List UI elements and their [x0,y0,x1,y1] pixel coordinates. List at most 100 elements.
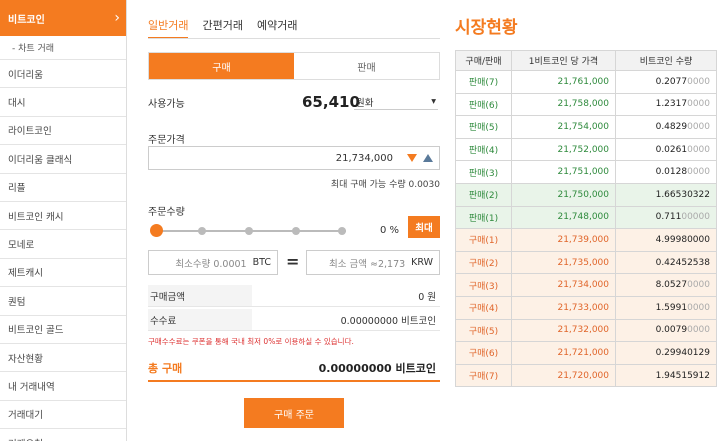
sidebar-item[interactable]: 이더리움 [0,60,126,89]
quantity-significant: 0.29940129 [655,347,710,358]
tab-reserved-trade[interactable]: 예약거래 [257,17,297,39]
slider-step-25[interactable] [198,227,206,235]
quantity-significant: 1.5991 [655,302,688,313]
sidebar-item[interactable]: 대시 [0,88,126,117]
row-quantity: 0.20770000 [615,70,717,94]
quantity-slider[interactable] [150,224,346,238]
slider-step-75[interactable] [292,227,300,235]
row-side-label: 판매(7) [455,70,512,94]
table-row[interactable]: 구매(6) 21,721,000 0.29940129 [455,341,717,365]
quantity-significant: 8.0527 [655,280,688,291]
sidebar-item[interactable]: 거래요청 [0,429,126,441]
sidebar-item[interactable]: 비트코인 골드 [0,316,126,344]
table-row[interactable]: 구매(1) 21,739,000 4.99980000 [455,228,717,252]
sidebar-item-bitcoin[interactable]: 비트코인 › [0,0,126,36]
max-buy-note: 최대 구매 가능 수량 0.0030 [330,180,440,190]
sidebar-subitem-chart-trade[interactable]: - 차트 거래 [0,36,126,60]
sidebar-item[interactable]: 제트캐시 [0,259,126,288]
row-price: 21,761,000 [511,70,616,94]
table-row[interactable]: 판매(2) 21,750,000 1.66530322 [455,182,717,207]
sidebar-item[interactable]: 이더리움 클래식 [0,145,126,174]
quantity-trailing-zeros: 0000 [687,121,710,132]
slider-step-50[interactable] [245,227,253,235]
tab-normal-trade[interactable]: 일반거래 [148,17,189,39]
purchase-amount-row: 구매금액 0 원 [148,285,440,307]
row-side-label: 구매(6) [455,341,512,365]
row-side-label: 판매(5) [455,115,512,139]
sidebar-item[interactable]: 거래대기 [0,401,126,430]
quantity-trailing-zeros: 0000 [687,167,710,178]
currency-value: 원화 [356,97,374,109]
buy-order-button[interactable]: 구매 주문 [244,398,344,428]
row-quantity: 4.99980000 [615,228,717,252]
table-row[interactable]: 구매(7) 21,720,000 1.94515912 [455,363,717,388]
divider [148,38,440,39]
total-label: 총 구매 [148,362,183,375]
row-side-label: 구매(4) [455,295,512,320]
sidebar-item[interactable]: 라이트코인 [0,117,126,146]
tab-buy[interactable]: 구매 [149,53,294,79]
total-row: 총 구매 0.00000000 비트코인 [148,356,440,382]
row-price: 21,751,000 [511,160,616,184]
tab-simple-trade[interactable]: 간편거래 [202,17,242,39]
quantity-significant: 1.94515912 [655,370,710,381]
currency-select[interactable]: 원화 ▾ [354,94,438,110]
table-row[interactable]: 판매(5) 21,754,000 0.48290000 [455,115,717,139]
price-up-icon[interactable] [423,154,433,162]
row-side-label: 구매(3) [455,273,512,297]
tab-sell[interactable]: 판매 [294,53,439,79]
table-row[interactable]: 구매(4) 21,733,000 1.59910000 [455,295,717,320]
price-input[interactable]: 21,734,000 [148,146,440,170]
total-value: 0.00000000 비트코인 [318,362,436,375]
row-side-label: 구매(7) [455,363,512,388]
market-title: 시장현황 [455,18,518,38]
table-row[interactable]: 구매(2) 21,735,000 0.42452538 [455,250,717,275]
row-side-label: 판매(1) [455,205,512,230]
quantity-significant: 0.0261 [655,144,688,155]
sidebar-item[interactable]: 자산현황 [0,344,126,373]
equals-icon: = [286,252,300,271]
quantity-trailing-zeros: 00000 [681,212,710,223]
col-header-side: 구매/판매 [455,50,512,71]
sidebar-item[interactable]: 비트코인 캐시 [0,202,126,231]
fee-note: 구매수수료는 쿠폰을 통해 국내 최저 0%로 이용하실 수 있습니다. [148,337,354,346]
slider-step-100[interactable] [338,227,346,235]
row-quantity: 1.59910000 [615,295,717,320]
row-side-label: 판매(4) [455,137,512,162]
quantity-significant: 4.99980000 [655,234,710,245]
table-row[interactable]: 판매(6) 21,758,000 1.23170000 [455,92,717,117]
min-quantity-field[interactable]: 최소수량 0.0001 BTC [148,250,278,275]
sidebar-item[interactable]: 리플 [0,174,126,202]
col-header-quantity: 비트코인 수량 [615,50,717,71]
caret-down-icon: ▾ [431,96,436,107]
row-price: 21,750,000 [511,182,616,207]
row-quantity: 1.23170000 [615,92,717,117]
quantity-label: 주문수량 [148,207,185,218]
trade-type-tabs: 일반거래 간편거래 예약거래 [148,17,311,39]
available-balance-row: 사용가능 65,410 원화 ▾ [148,91,440,113]
table-row[interactable]: 판매(3) 21,751,000 0.01280000 [455,160,717,184]
col-header-price: 1비트코인 당 가격 [511,50,616,71]
quantity-significant: 0.4829 [655,121,688,132]
min-amount-field[interactable]: 최소 금액 ≈2,173 KRW [306,250,440,275]
row-side-label: 판매(2) [455,182,512,207]
sidebar-item[interactable]: 퀀텀 [0,287,126,316]
slider-handle[interactable] [150,224,163,237]
table-row[interactable]: 판매(1) 21,748,000 0.71100000 [455,205,717,230]
sidebar-item[interactable]: 모네로 [0,230,126,259]
quantity-percent: 0 % [380,225,400,236]
price-down-icon[interactable] [407,154,417,162]
row-side-label: 판매(6) [455,92,512,117]
row-price: 21,758,000 [511,92,616,117]
row-quantity: 0.02610000 [615,137,717,162]
row-price: 21,720,000 [511,363,616,388]
max-button[interactable]: 최대 [408,216,440,238]
available-amount: 65,410 [302,93,360,111]
quantity-significant: 0.0079 [655,325,688,336]
table-row[interactable]: 구매(3) 21,734,000 8.05270000 [455,273,717,297]
table-row[interactable]: 판매(4) 21,752,000 0.02610000 [455,137,717,162]
row-price: 21,754,000 [511,115,616,139]
sidebar-item[interactable]: 내 거래내역 [0,372,126,401]
table-row[interactable]: 구매(5) 21,732,000 0.00790000 [455,318,717,343]
table-row[interactable]: 판매(7) 21,761,000 0.20770000 [455,70,717,94]
